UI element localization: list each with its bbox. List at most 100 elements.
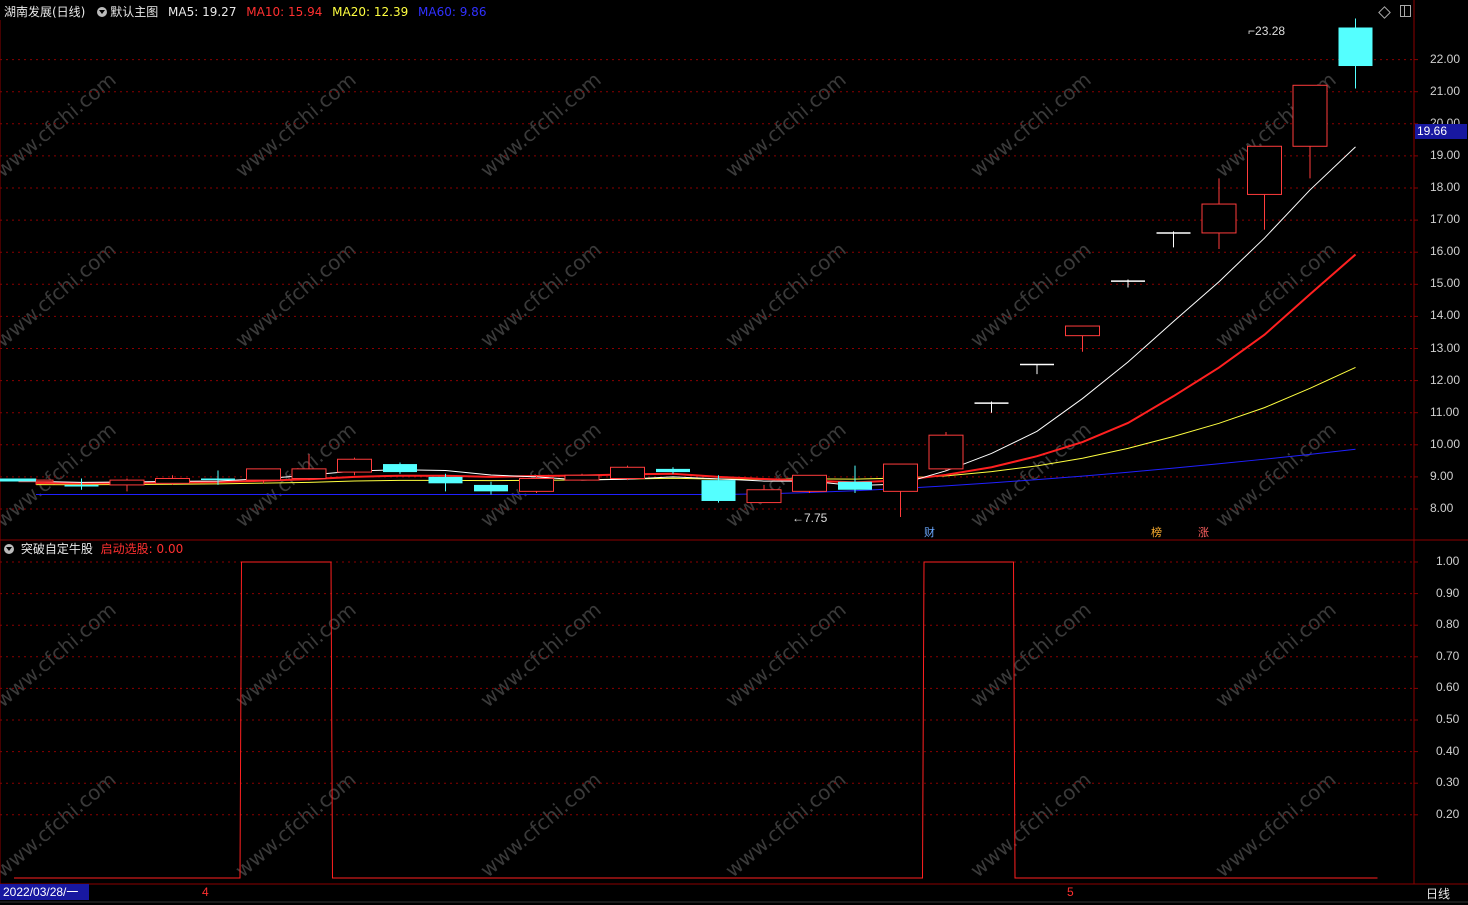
watermark-text: www.cfchi.com [720, 67, 850, 182]
candle [1065, 325, 1100, 352]
watermark-text: www.cfchi.com [720, 237, 850, 352]
watermark-text: www.cfchi.com [965, 67, 1095, 182]
candle-body [656, 468, 690, 473]
indicator-tick-label: 0.50 [1436, 712, 1460, 726]
price-tick-label: 21.00 [1430, 83, 1461, 98]
candle-body [1065, 325, 1100, 337]
candle-body [928, 434, 964, 470]
price-tick-label: 17.00 [1430, 212, 1461, 227]
watermark-text: www.cfchi.com [1210, 417, 1340, 532]
candle [1338, 18, 1373, 89]
candle-body [746, 489, 782, 504]
ma60-line [36, 448, 1356, 496]
month-tick-4: 4 [202, 885, 209, 899]
indicator-tick-label: 0.20 [1436, 806, 1460, 821]
indicator-tick-label: 0.60 [1436, 680, 1460, 695]
watermark-text: www.cfchi.com [720, 767, 850, 882]
ranking-event-marker[interactable]: 榜 [1150, 526, 1163, 539]
price-tick-label: 12.00 [1430, 372, 1461, 387]
candle [1111, 279, 1145, 288]
candle [974, 401, 1009, 413]
candle-body [246, 468, 281, 481]
ma20-label: MA20: 12.39 [332, 5, 409, 19]
candle [1201, 178, 1237, 249]
price-tick-label: 18.00 [1430, 180, 1461, 194]
chart-mode-button[interactable]: 默认主图 [97, 5, 158, 19]
watermark-text: www.cfchi.com [230, 67, 360, 182]
price-tick-label: 19.00 [1430, 147, 1461, 162]
watermark-text: www.cfchi.com [965, 597, 1095, 712]
watermark-text: www.cfchi.com [1210, 237, 1340, 352]
stock-title[interactable]: 湖南发展(日线) [4, 5, 85, 19]
candle-body [201, 478, 235, 481]
candle [610, 465, 645, 481]
price-tick-label: 22.00 [1430, 51, 1461, 66]
window-controls [1378, 5, 1411, 20]
indicator-tick-label: 0.70 [1436, 648, 1460, 663]
limit-up-event-marker[interactable]: 涨 [1197, 526, 1210, 539]
candle [656, 467, 690, 474]
candle-body [109, 479, 145, 486]
indicator-name[interactable]: 突破自定牛股 [21, 542, 93, 556]
ma10-label: MA10: 15.94 [246, 5, 323, 19]
price-tick-label: 11.00 [1430, 404, 1460, 419]
panel-toggle-icon[interactable] [1399, 5, 1411, 17]
candle [792, 474, 827, 493]
indicator-dropdown-icon[interactable] [4, 544, 14, 554]
candle-body [519, 478, 554, 492]
price-tick-label: 8.00 [1430, 501, 1454, 515]
diamond-icon[interactable] [1378, 6, 1391, 19]
finance-event-marker[interactable]: 财 [923, 526, 936, 539]
price-tick-label: 14.00 [1430, 308, 1461, 323]
candle-body [1292, 84, 1328, 147]
indicator-value: 启动选股: 0.00 [100, 542, 184, 556]
candle-body [0, 478, 36, 482]
candle [928, 431, 964, 471]
candle-body [383, 464, 417, 473]
indicator-tick-label: 0.80 [1436, 617, 1460, 632]
arrow-left-icon: ⌐ [1248, 24, 1256, 38]
candle-body [838, 481, 872, 490]
dropdown-circle-icon [97, 7, 108, 17]
candle-body [291, 468, 327, 480]
ma5-line [35, 146, 1356, 487]
chart-canvas[interactable]: www.cfchi.com www.cfchi.com www.cfchi.com w… [0, 0, 1468, 905]
indicator-line [14, 561, 1378, 879]
moving-average-lines [35, 146, 1357, 496]
watermark-text: www.cfchi.com [230, 767, 360, 882]
candle-body [1201, 203, 1237, 234]
arrow-left-icon: ← [792, 511, 804, 525]
price-tick-label: 10.00 [1430, 436, 1461, 451]
low-price-annotation: ←7.75 [792, 511, 828, 525]
indicator-tick-label: 0.90 [1436, 585, 1460, 600]
period-selector[interactable]: 日线 [1426, 885, 1450, 902]
watermark-text: www.cfchi.com [0, 597, 121, 712]
ma10-line [35, 253, 1357, 485]
price-tick-label: 16.00 [1430, 244, 1461, 259]
watermark-text: www.cfchi.com [965, 767, 1095, 882]
price-tick-label: 13.00 [1430, 340, 1461, 355]
candle [155, 475, 190, 485]
watermark-text: www.cfchi.com [475, 67, 605, 182]
date-cursor-label: 2022/03/28/一 [0, 884, 89, 900]
current-price-tag: 19.66 [1415, 124, 1467, 139]
candle-body [792, 474, 827, 492]
candle [337, 457, 372, 476]
watermark-text: www.cfchi.com [475, 237, 605, 352]
watermark-text: www.cfchi.com [720, 597, 850, 712]
price-tick-label: 9.00 [1430, 468, 1454, 483]
indicator-header: 突破自定牛股 启动选股: 0.00 [4, 541, 183, 557]
watermark-text: www.cfchi.com [475, 767, 605, 882]
candle [1247, 145, 1282, 230]
candle-body [474, 484, 508, 492]
price-tick-label: 15.00 [1430, 276, 1461, 291]
candle-body [428, 476, 463, 484]
ma5-label: MA5: 19.27 [168, 5, 237, 19]
watermark-text: www.cfchi.com [0, 417, 121, 532]
candle [383, 462, 417, 474]
candle-body [1338, 27, 1373, 67]
watermark-text: www.cfchi.com [230, 237, 360, 352]
candle [1292, 84, 1328, 179]
candle [1156, 231, 1191, 248]
watermark-text: www.cfchi.com [1210, 597, 1340, 712]
